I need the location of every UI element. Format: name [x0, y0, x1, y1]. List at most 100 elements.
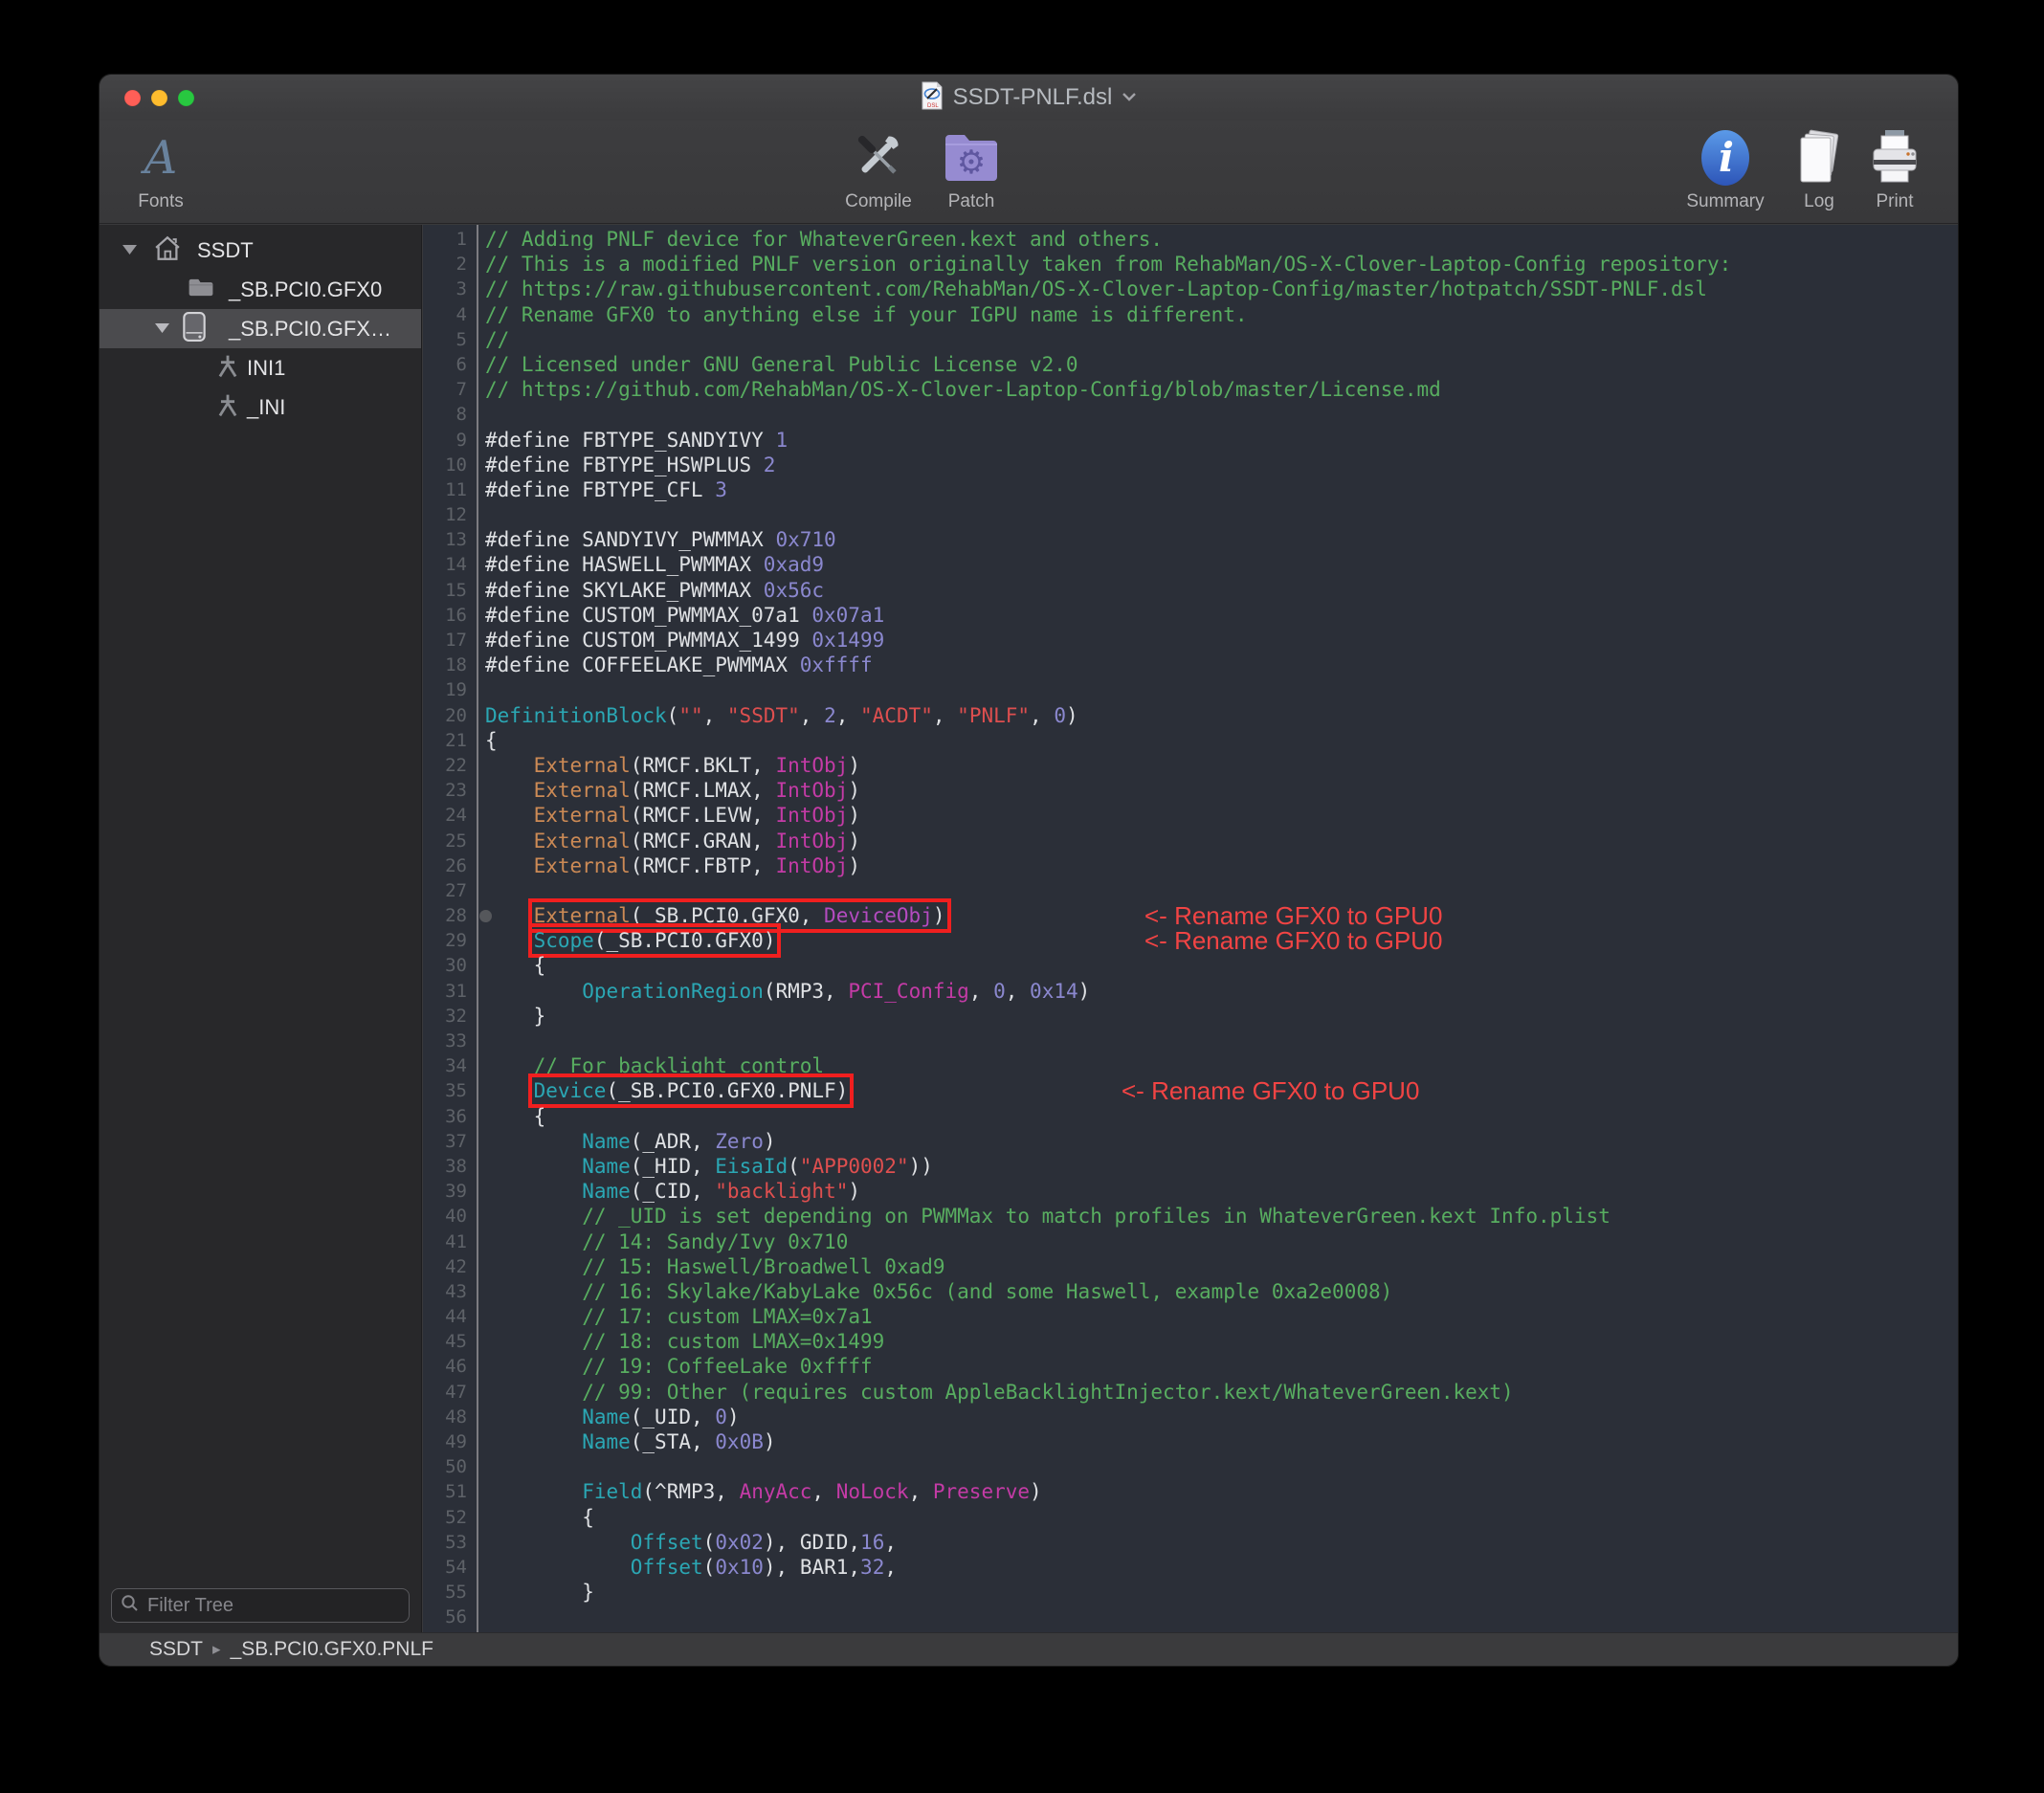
code-line: 42// 15: Haswell/Broadwell 0xad9	[423, 1254, 1958, 1279]
device-icon	[182, 311, 207, 346]
code-line: 1// Adding PNLF device for WhateverGreen…	[423, 227, 1958, 252]
code-line: 33	[423, 1029, 1958, 1053]
status-bar: SSDT ▸ _SB.PCI0.GFX0.PNLF	[100, 1632, 1958, 1666]
patch-label: Patch	[912, 191, 1031, 212]
code-line: 9#define FBTYPE_SANDYIVY 1	[423, 428, 1958, 453]
line-number: 1	[423, 227, 467, 252]
code-line: 39Name(_CID, "backlight")	[423, 1179, 1958, 1204]
sidebar-item-ssdt[interactable]: SSDT	[100, 231, 421, 270]
folder-icon	[188, 277, 214, 302]
code-line: 21{	[423, 728, 1958, 753]
code-line: 7// https://github.com/RehabMan/OS-X-Clo…	[423, 377, 1958, 402]
code-line: 35Device(_SB.PCI0.GFX0.PNLF)<- Rename GF…	[423, 1078, 1958, 1103]
print-label: Print	[1835, 191, 1954, 212]
line-number: 20	[423, 703, 467, 728]
breadcrumb-separator-icon: ▸	[212, 1640, 221, 1659]
tree-item-label: INI1	[247, 356, 285, 381]
sidebar-tree: SSDT _SB.PCI0.GFX0	[100, 225, 422, 1632]
sidebar-item-ini[interactable]: _INI	[100, 387, 421, 427]
code-line: 55}	[423, 1580, 1958, 1605]
code-line: 38Name(_HID, EisaId("APP0002"))	[423, 1154, 1958, 1179]
title-bar[interactable]: DSL SSDT-PNLF.dsl	[100, 75, 1958, 121]
fonts-button[interactable]: A Fonts	[101, 124, 220, 212]
svg-text:⚙: ⚙	[957, 144, 986, 182]
svg-text:DSL: DSL	[927, 103, 939, 109]
breadcrumb-node: _SB.PCI0.GFX0.PNLF	[231, 1638, 433, 1661]
sidebar-item-ini1[interactable]: INI1	[100, 348, 421, 387]
line-number: 7	[423, 377, 467, 402]
line-number: 17	[423, 628, 467, 653]
line-number: 23	[423, 778, 467, 803]
home-icon	[153, 234, 182, 266]
line-number: 29	[423, 928, 467, 953]
filter-tree-field[interactable]	[111, 1588, 410, 1623]
line-number: 36	[423, 1104, 467, 1129]
line-number: 54	[423, 1555, 467, 1580]
line-number: 46	[423, 1354, 467, 1379]
tree-item-label: _INI	[247, 395, 285, 420]
disclosure-triangle-icon[interactable]	[122, 242, 137, 259]
sidebar-item-gfx0-device-selected[interactable]: _SB.PCI0.GFX…	[100, 309, 421, 348]
code-line: 44// 17: custom LMAX=0x7a1	[423, 1304, 1958, 1329]
code-line: 31OperationRegion(RMP3, PCI_Config, 0, 0…	[423, 979, 1958, 1004]
code-line: 6// Licensed under GNU General Public Li…	[423, 352, 1958, 377]
code-line: 19	[423, 677, 1958, 702]
code-line: 28External(_SB.PCI0.GFX0, DeviceObj)<- R…	[423, 903, 1958, 928]
line-number: 4	[423, 302, 467, 327]
code-line: 10#define FBTYPE_HSWPLUS 2	[423, 453, 1958, 477]
document-icon: DSL	[921, 81, 944, 115]
line-number: 25	[423, 829, 467, 853]
code-line: 53Offset(0x02), GDID,16,	[423, 1530, 1958, 1555]
gutter-marker-dot	[479, 910, 492, 922]
code-line: 12	[423, 502, 1958, 527]
code-line: 16#define CUSTOM_PWMMAX_07a1 0x07a1	[423, 603, 1958, 628]
line-number: 11	[423, 477, 467, 502]
patch-button[interactable]: ⚙ Patch	[912, 124, 1031, 212]
disclosure-triangle-icon[interactable]	[155, 321, 169, 338]
code-line: 17#define CUSTOM_PWMMAX_1499 0x1499	[423, 628, 1958, 653]
code-line: 37Name(_ADR, Zero)	[423, 1129, 1958, 1154]
code-line: 24External(RMCF.LEVW, IntObj)	[423, 803, 1958, 828]
code-line: 45// 18: custom LMAX=0x1499	[423, 1329, 1958, 1354]
line-number: 12	[423, 502, 467, 527]
breadcrumb-root: SSDT	[149, 1638, 203, 1661]
tree-item-label: _SB.PCI0.GFX…	[229, 317, 391, 342]
line-number: 51	[423, 1479, 467, 1504]
sidebar-item-gfx0-scope[interactable]: _SB.PCI0.GFX0	[100, 270, 421, 309]
code-line: 43// 16: Skylake/KabyLake 0x56c (and som…	[423, 1279, 1958, 1304]
code-line: 23External(RMCF.LMAX, IntObj)	[423, 778, 1958, 803]
line-number: 13	[423, 527, 467, 552]
code-line: 56	[423, 1605, 1958, 1629]
code-line: 52{	[423, 1505, 1958, 1530]
line-number: 49	[423, 1429, 467, 1454]
maciasl-window: DSL SSDT-PNLF.dsl A Fonts	[99, 74, 1959, 1667]
code-line: 34// For backlight control	[423, 1053, 1958, 1078]
line-number: 31	[423, 979, 467, 1004]
line-number: 21	[423, 728, 467, 753]
code-line: 47// 99: Other (requires custom AppleBac…	[423, 1380, 1958, 1405]
code-editor[interactable]: 1// Adding PNLF device for WhateverGreen…	[423, 225, 1958, 1632]
line-number: 48	[423, 1405, 467, 1429]
code-line: 13#define SANDYIVY_PWMMAX 0x710	[423, 527, 1958, 552]
patch-icon: ⚙	[912, 124, 1031, 191]
chevron-down-icon[interactable]	[1122, 89, 1137, 106]
code-line: 32}	[423, 1004, 1958, 1029]
code-line: 14#define HASWELL_PWMMAX 0xad9	[423, 552, 1958, 577]
line-number: 8	[423, 402, 467, 427]
code-line: 2// This is a modified PNLF version orig…	[423, 252, 1958, 277]
code-line: 29Scope(_SB.PCI0.GFX0)<- Rename GFX0 to …	[423, 928, 1958, 953]
print-button[interactable]: Print	[1835, 124, 1954, 212]
code-line: 11#define FBTYPE_CFL 3	[423, 477, 1958, 502]
code-line: 51Field(^RMP3, AnyAcc, NoLock, Preserve)	[423, 1479, 1958, 1504]
line-number: 28	[423, 903, 467, 928]
code-lines: 1// Adding PNLF device for WhateverGreen…	[423, 227, 1958, 1630]
rename-annotation: <- Rename GFX0 to GPU0	[1122, 1078, 1419, 1103]
line-number: 6	[423, 352, 467, 377]
line-number: 47	[423, 1380, 467, 1405]
line-number: 38	[423, 1154, 467, 1179]
line-number: 55	[423, 1580, 467, 1605]
line-number: 9	[423, 428, 467, 453]
line-number: 50	[423, 1454, 467, 1479]
code-line: 8	[423, 402, 1958, 427]
filter-tree-input[interactable]	[145, 1594, 400, 1618]
